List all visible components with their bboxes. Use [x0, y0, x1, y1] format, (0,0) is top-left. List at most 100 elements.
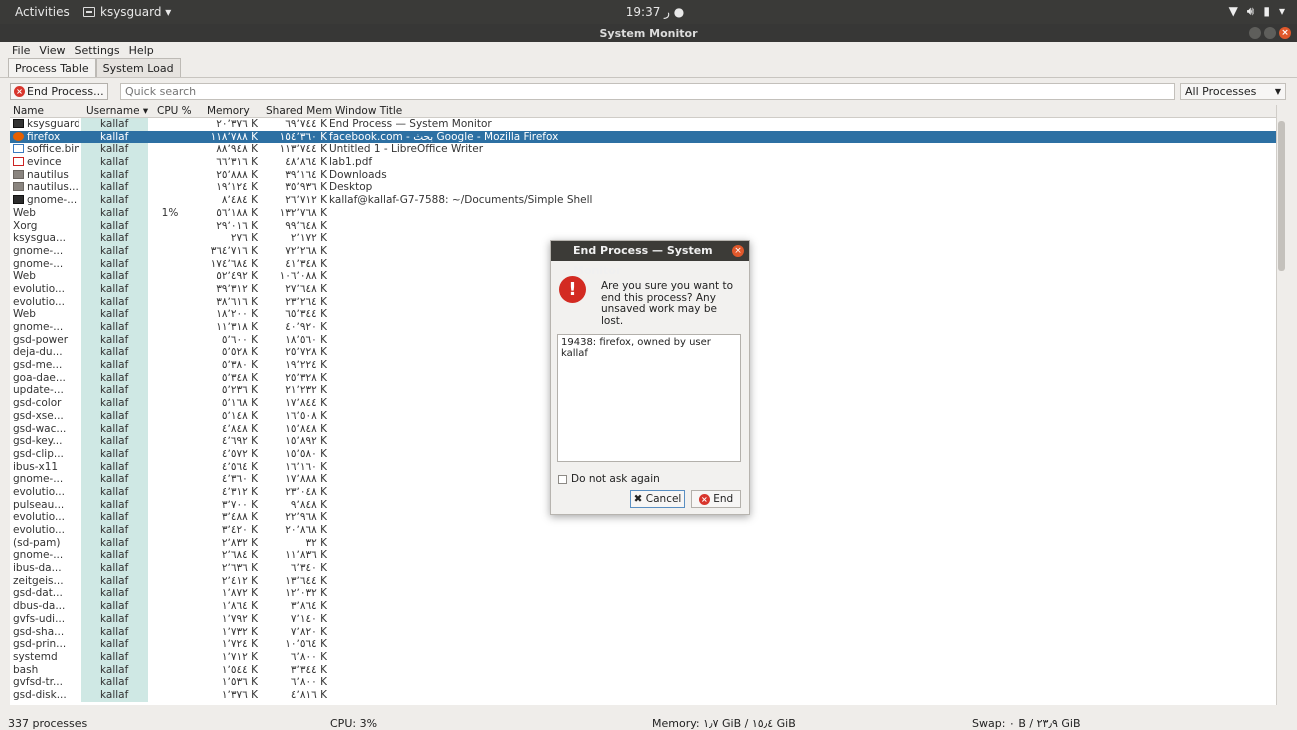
- process-name: gsd-power: [13, 334, 79, 347]
- process-user-text: kallaf: [100, 524, 129, 536]
- menu-file[interactable]: File: [12, 44, 30, 57]
- process-shared-mem: ٩٬٨٤٨ K: [260, 499, 327, 512]
- process-name-text: evolutio...: [13, 524, 65, 536]
- process-memory: ٥٬٥٢٨ K: [190, 346, 258, 359]
- maximize-icon[interactable]: [1264, 27, 1276, 39]
- table-row[interactable]: gvfsd-tr... kallaf ١٬٥٣٦ K ٦٬٨٠٠ K: [10, 676, 1276, 689]
- process-name-text: gsd-color: [13, 397, 62, 410]
- system-tray[interactable]: ▼ 🔊︎ ▮ ▾: [1229, 4, 1285, 19]
- process-user-text: kallaf: [100, 384, 129, 397]
- table-row[interactable]: systemd kallaf ١٬٧١٢ K ٦٬٨٠٠ K: [10, 650, 1276, 664]
- process-user-text: kallaf: [100, 143, 129, 156]
- process-list[interactable]: 19438: firefox, owned by user kallaf: [557, 334, 741, 462]
- activities-button[interactable]: Activities: [15, 5, 70, 19]
- power-menu-icon[interactable]: ▾: [1279, 4, 1285, 19]
- process-name-text: gvfs-udi...: [13, 612, 66, 625]
- wifi-icon[interactable]: ▼: [1229, 4, 1238, 19]
- process-memory: ٢٬٨٣٢ K: [190, 537, 258, 550]
- process-memory-text: ٢٩٬٠١٦ K: [216, 219, 258, 232]
- menu-view[interactable]: View: [39, 44, 65, 57]
- folder-icon: [13, 182, 24, 192]
- clock[interactable]: 19:37 ر ●: [620, 5, 690, 19]
- vertical-scrollbar[interactable]: [1276, 105, 1286, 705]
- table-row[interactable]: Web kallaf 1% ٥٦٬١٨٨ K ١٣٢٬٧٦٨ K: [10, 206, 1276, 220]
- table-row[interactable]: nautilus... kallaf ١٩٬١٢٤ K ٣٥٬٩٣٦ K Desktop: [10, 181, 1276, 195]
- process-shared-mem: ٢٥٬٣٢٨ K: [260, 372, 327, 385]
- column-cpu[interactable]: CPU %: [157, 105, 192, 117]
- process-memory: ٤٬٣١٢ K: [190, 486, 258, 499]
- table-row[interactable]: zeitgeis... kallaf ٢٬٤١٢ K ١٣٬٦٤٤ K: [10, 574, 1276, 588]
- minimize-icon[interactable]: [1249, 27, 1261, 39]
- table-row[interactable]: nautilus kallaf ٢٥٬٨٨٨ K ٣٩٬١٦٤ K Downloads: [10, 168, 1276, 182]
- table-row[interactable]: gnome-... kallaf ٨٬٤٨٤ K ٢٦٬٧١٢ Kkallaf@kal…: [10, 194, 1276, 207]
- column-name[interactable]: Name: [13, 105, 44, 117]
- dialog-title[interactable]: End Process — System Monitor: [551, 241, 749, 277]
- process-shared-mem-text: ٩٬٨٤٨ K: [290, 498, 327, 511]
- checkbox-box[interactable]: [558, 474, 567, 484]
- process-name-text: nautilus...: [27, 181, 79, 194]
- checkbox-label: Do not ask again: [571, 473, 660, 485]
- table-row[interactable]: (sd-pam) kallaf ٢٬٨٣٢ K ٣٢ K: [10, 536, 1276, 550]
- table-row[interactable]: soffice.bin kallaf ٨٨٬٩٤٨ K ١١٣٬٧٤٤ K Untitl…: [10, 143, 1276, 157]
- table-row[interactable]: ksysguard kallaf ٢٠٬٣٧٦ K ٦٩٬٧٤٤ K End Proce…: [10, 118, 1276, 131]
- table-row[interactable]: gsd-dat... kallaf ١٬٨٧٢ K ١٢٬٠٣٢ K: [10, 587, 1276, 601]
- process-user-text: kallaf: [100, 397, 129, 410]
- tab-process-table[interactable]: Process Table: [8, 58, 96, 77]
- process-memory: ١٬٥٣٦ K: [190, 676, 258, 689]
- column-memory[interactable]: Memory: [207, 105, 250, 117]
- menu-help[interactable]: Help: [129, 44, 154, 57]
- close-icon[interactable]: ×: [1279, 27, 1291, 39]
- process-name: gvfsd-tr...: [13, 676, 79, 689]
- menu-settings[interactable]: Settings: [75, 44, 120, 57]
- process-shared-mem-text: ٣٬٨٦٤ K: [290, 600, 327, 613]
- close-icon[interactable]: ×: [732, 245, 744, 257]
- process-memory-text: ٣٩٬٣١٢ K: [216, 282, 258, 295]
- cancel-button[interactable]: ✖ Cancel: [630, 490, 685, 508]
- process-memory-text: ٥٬١٤٨ K: [221, 409, 258, 422]
- search-input[interactable]: [120, 83, 1175, 100]
- table-row[interactable]: gsd-prin... kallaf ١٬٧٢٤ K ١٠٬٥٦٤ K: [10, 638, 1276, 651]
- volume-icon[interactable]: 🔊︎: [1247, 4, 1255, 19]
- process-user-text: kallaf: [100, 676, 129, 689]
- column-shared-mem[interactable]: Shared Mem: [266, 105, 332, 117]
- process-name: gnome-...: [13, 549, 79, 562]
- process-name: gnome-...: [13, 245, 79, 258]
- table-row[interactable]: Xorg kallaf ٢٩٬٠١٦ K ٩٩٬٦٤٨ K: [10, 219, 1276, 233]
- end-button[interactable]: × End: [691, 490, 741, 508]
- column-username[interactable]: Username ▾: [86, 105, 148, 117]
- table-row[interactable]: ibus-da... kallaf ٢٬٦٣٦ K ٦٬٣٤٠ K: [10, 562, 1276, 575]
- table-row[interactable]: evolutio... kallaf ٣٬٤٢٠ K ٢٠٬٨٦٨ K: [10, 524, 1276, 537]
- process-user: kallaf: [81, 131, 148, 144]
- scrollbar-thumb[interactable]: [1278, 121, 1285, 271]
- process-memory: ٤٬٦٩٢ K: [190, 435, 258, 448]
- app-menu[interactable]: ksysguard ▾: [83, 5, 171, 19]
- table-row[interactable]: gsd-sha... kallaf ١٬٧٣٢ K ٧٬٨٢٠ K: [10, 625, 1276, 639]
- table-row[interactable]: gsd-disk... kallaf ١٬٣٧٦ K ٤٬٨١٦ K: [10, 688, 1276, 702]
- window-titlebar[interactable]: System Monitor ×: [0, 24, 1297, 42]
- process-user: kallaf: [81, 333, 148, 347]
- table-row[interactable]: firefox kallaf ١١٨٬٧٨٨ K ١٥٤٬٣٦٠ Kfacebook.…: [10, 130, 1276, 144]
- table-row[interactable]: dbus-da... kallaf ١٬٨٦٤ K ٣٬٨٦٤ K: [10, 600, 1276, 613]
- end-process-button[interactable]: × End Process...: [10, 83, 108, 100]
- process-name: goa-dae...: [13, 372, 79, 385]
- process-shared-mem-text: ٦٩٬٧٤٤ K: [285, 118, 327, 130]
- process-memory: ٤٬٥٧٢ K: [190, 448, 258, 461]
- process-memory: ٣٬٤٨٨ K: [190, 511, 258, 524]
- tab-system-load[interactable]: System Load: [95, 58, 181, 77]
- process-user-text: kallaf: [100, 156, 129, 169]
- table-row[interactable]: bash kallaf ١٬٥٤٤ K ٣٬٣٤٤ K: [10, 663, 1276, 677]
- process-user: kallaf: [81, 371, 148, 385]
- process-memory-text: ٣٦٤٬٧١٦ K: [210, 244, 258, 257]
- battery-icon[interactable]: ▮: [1263, 4, 1270, 19]
- process-shared-mem: ٦٬٨٠٠ K: [260, 676, 327, 689]
- process-shared-mem-text: ٢٢٬٩٦٨ K: [285, 511, 327, 524]
- table-row[interactable]: gvfs-udi... kallaf ١٬٧٩٢ K ٧٬١٤٠ K: [10, 612, 1276, 626]
- process-user-text: kallaf: [100, 638, 129, 651]
- process-name-text: deja-du...: [13, 346, 63, 359]
- process-filter-select[interactable]: All Processes ▼: [1180, 83, 1286, 100]
- column-window-title[interactable]: Window Title: [335, 105, 402, 117]
- do-not-ask-checkbox[interactable]: Do not ask again: [558, 473, 660, 485]
- table-row[interactable]: gnome-... kallaf ٢٬٦٨٤ K ١١٬٨٣٦ K: [10, 549, 1276, 563]
- process-user-text: kallaf: [100, 181, 129, 194]
- table-row[interactable]: evince kallaf ٦٦٬٣١٦ K ٤٨٬٨٦٤ Klab1.pdf: [10, 156, 1276, 169]
